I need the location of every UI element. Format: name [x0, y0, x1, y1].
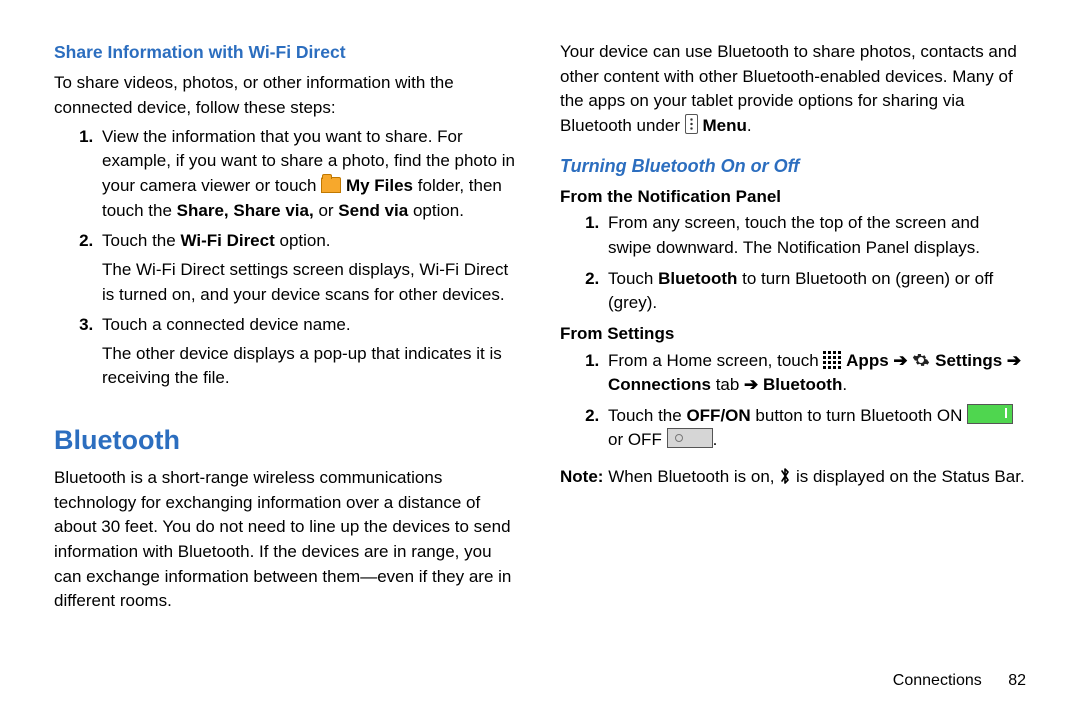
text: button to turn Bluetooth ON [755, 406, 967, 425]
text: Touch [608, 269, 658, 288]
text: or OFF [608, 430, 667, 449]
menu-icon [685, 114, 698, 134]
my-files-label: My Files [346, 176, 413, 195]
text: Touch the [608, 406, 686, 425]
notif-step-2: Touch Bluetooth to turn Bluetooth on (gr… [604, 267, 1026, 316]
gear-icon [912, 351, 930, 369]
text: From a Home screen, touch [608, 351, 823, 370]
bluetooth-description: Bluetooth is a short-range wireless comm… [54, 466, 520, 614]
toggle-off-icon [667, 428, 713, 448]
menu-label: Menu [703, 116, 747, 135]
subhead-notification-panel: From the Notification Panel [560, 185, 1026, 210]
apps-label: Apps [846, 351, 893, 370]
page-footer: Connections 82 [54, 649, 1026, 692]
text: Touch the [102, 231, 180, 250]
text: The Wi-Fi Direct settings screen display… [102, 258, 520, 307]
folder-icon [321, 177, 341, 193]
text: When Bluetooth is on, [608, 467, 779, 486]
share-intro: To share videos, photos, or other inform… [54, 71, 520, 120]
share-step-3: Touch a connected device name. The other… [98, 313, 520, 391]
wifi-direct-label: Wi-Fi Direct [180, 231, 274, 250]
text: Touch a connected device name. [102, 315, 351, 334]
text: The other device displays a pop-up that … [102, 342, 520, 391]
text: or [318, 201, 338, 220]
text: tab [716, 375, 744, 394]
bluetooth-sharing-para: Your device can use Bluetooth to share p… [560, 40, 1026, 139]
arrow-icon: ➔ [1007, 351, 1021, 370]
settings-step-1: From a Home screen, touch Apps ➔ Setting… [604, 349, 1026, 398]
text: option. [413, 201, 464, 220]
notif-step-1: From any screen, touch the top of the sc… [604, 211, 1026, 260]
off-on-label: OFF/ON [686, 406, 750, 425]
toggle-on-icon [967, 404, 1013, 424]
heading-turning-bt: Turning Bluetooth On or Off [560, 153, 1026, 179]
settings-steps: From a Home screen, touch Apps ➔ Setting… [560, 349, 1026, 454]
bluetooth-label: Bluetooth [763, 375, 842, 394]
apps-icon [823, 351, 841, 369]
settings-label: Settings [935, 351, 1007, 370]
text: option. [279, 231, 330, 250]
share-steps: View the information that you want to sh… [54, 125, 520, 391]
arrow-icon: ➔ [744, 375, 758, 394]
note-line: Note: When Bluetooth is on, is displayed… [560, 465, 1026, 493]
page-columns: Share Information with Wi-Fi Direct To s… [54, 40, 1026, 649]
bluetooth-icon [779, 467, 791, 493]
share-via-label: Share, Share via, [177, 201, 314, 220]
text: Your device can use Bluetooth to share p… [560, 42, 1017, 135]
notification-steps: From any screen, touch the top of the sc… [560, 211, 1026, 316]
note-label: Note: [560, 467, 603, 486]
bluetooth-label: Bluetooth [658, 269, 737, 288]
settings-step-2: Touch the OFF/ON button to turn Bluetoot… [604, 404, 1026, 453]
footer-page-number: 82 [1008, 672, 1026, 689]
right-column: Your device can use Bluetooth to share p… [560, 40, 1026, 649]
arrow-icon: ➔ [893, 351, 907, 370]
send-via-label: Send via [338, 201, 408, 220]
share-step-2: Touch the Wi-Fi Direct option. The Wi-Fi… [98, 229, 520, 307]
heading-share-wifi-direct: Share Information with Wi-Fi Direct [54, 40, 520, 65]
share-step-1: View the information that you want to sh… [98, 125, 520, 224]
footer-chapter: Connections [893, 672, 982, 689]
left-column: Share Information with Wi-Fi Direct To s… [54, 40, 520, 649]
heading-bluetooth: Bluetooth [54, 421, 520, 460]
connections-label: Connections [608, 375, 711, 394]
subhead-from-settings: From Settings [560, 322, 1026, 347]
text: is displayed on the Status Bar. [796, 467, 1025, 486]
